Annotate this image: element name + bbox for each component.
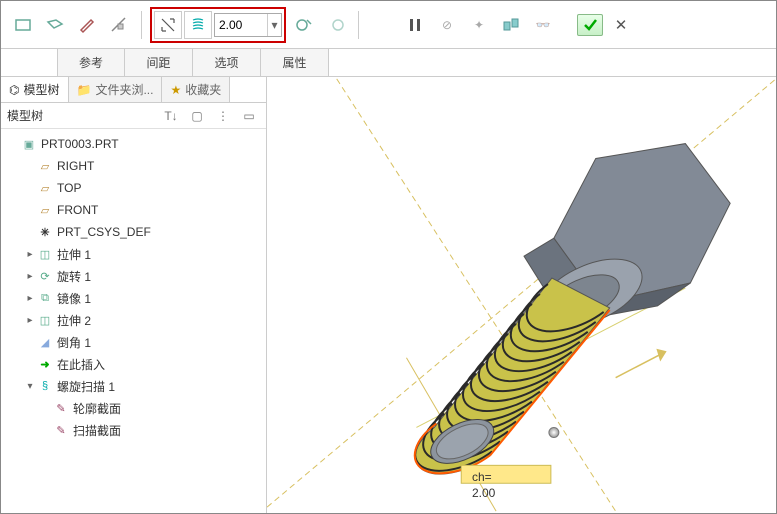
node-label: 轮廓截面 (73, 400, 121, 417)
insert-icon: ➜ (37, 356, 53, 372)
tree-node-rev1[interactable]: ▸⟳旋转 1 (1, 265, 266, 287)
extrude-icon: ◫ (37, 246, 53, 262)
star-icon: ★ (170, 83, 181, 97)
tab-options[interactable]: 选项 (193, 49, 261, 76)
datum-icon: ▱ (37, 180, 53, 196)
helix-icon: § (37, 378, 53, 394)
sketch-icon: ✎ (53, 422, 69, 438)
tab-pitch[interactable]: 间距 (125, 49, 193, 76)
tree-node-ext2[interactable]: ▸◫拉伸 2 (1, 309, 266, 331)
node-label: 螺旋扫描 1 (57, 378, 115, 395)
node-label: 拉伸 2 (57, 312, 91, 329)
tree-title: 模型树 (7, 107, 43, 124)
node-label: FRONT (57, 203, 98, 217)
part-icon: ▣ (21, 136, 37, 152)
tree-node-front[interactable]: ▱ FRONT (1, 199, 266, 221)
pitch-input[interactable] (215, 18, 267, 32)
edit-icon[interactable] (73, 11, 101, 39)
dim-label[interactable]: ch= 2.00 (472, 470, 495, 500)
tree-node-top[interactable]: ▱ TOP (1, 177, 266, 199)
glasses-icon[interactable]: 👓 (529, 11, 557, 39)
tree-node-insert[interactable]: ➜在此插入 (1, 353, 266, 375)
pitch-control-group: ▾ (150, 7, 286, 43)
tree-tool-2[interactable]: ▢ (186, 106, 208, 126)
bolt-shank (415, 278, 609, 474)
model-tree-panel: ⌬ 模型树 📁 文件夹浏... ★ 收藏夹 模型树 T↓ ▢ ⋮ ▭ ▣ PRT0… (1, 77, 267, 513)
side-tab-label: 收藏夹 (185, 81, 221, 98)
mirror-icon: ⧉ (37, 290, 53, 306)
side-tab-folder[interactable]: 📁 文件夹浏... (69, 77, 163, 102)
revolve-icon: ⟳ (37, 268, 53, 284)
node-label: 拉伸 1 (57, 246, 91, 263)
side-tab-fav[interactable]: ★ 收藏夹 (162, 77, 230, 102)
tree-node-sweep[interactable]: ✎扫描截面 (1, 419, 266, 441)
side-tab-label: 模型树 (23, 81, 59, 98)
ribbon-tab-strip: 参考 间距 选项 属性 (1, 49, 776, 77)
folder-icon: 📁 (77, 83, 92, 97)
tree-tool-3[interactable]: ⋮ (212, 106, 234, 126)
node-label: PRT_CSYS_DEF (57, 225, 151, 239)
tree-tool-4[interactable]: ▭ (238, 106, 260, 126)
flip2-icon[interactable] (322, 11, 350, 39)
star-tool-icon[interactable]: ✦ (465, 11, 493, 39)
node-label: TOP (57, 181, 81, 195)
tree-root[interactable]: ▣ PRT0003.PRT (1, 133, 266, 155)
tree-icon: ⌬ (9, 83, 19, 97)
tree-node-csys[interactable]: ✳ PRT_CSYS_DEF (1, 221, 266, 243)
side-tab-model-tree[interactable]: ⌬ 模型树 (1, 77, 69, 102)
open-surface-icon[interactable] (41, 11, 69, 39)
tab-properties[interactable]: 属性 (261, 49, 329, 76)
coil-icon[interactable] (184, 11, 212, 39)
tree-tool-1[interactable]: T↓ (160, 106, 182, 126)
pitch-direction-icon[interactable] (154, 11, 182, 39)
datum-icon: ▱ (37, 158, 53, 174)
node-label: 旋转 1 (57, 268, 91, 285)
tree-node-cham[interactable]: ◢倒角 1 (1, 331, 266, 353)
datum-icon: ▱ (37, 202, 53, 218)
extrude-icon: ◫ (37, 312, 53, 328)
sketch-icon: ✎ (53, 400, 69, 416)
section-icon[interactable] (105, 11, 133, 39)
node-label: 扫描截面 (73, 422, 121, 439)
pitch-dropdown-icon[interactable]: ▾ (267, 14, 281, 36)
model-tree[interactable]: ▣ PRT0003.PRT ▱ RIGHT ▱ TOP ▱ FRONT ✳ PRT_CSY… (1, 129, 266, 513)
tree-node-helix[interactable]: ▾§螺旋扫描 1 (1, 375, 266, 397)
boxes-icon[interactable] (497, 11, 525, 39)
node-label: 镜像 1 (57, 290, 91, 307)
3d-viewport[interactable]: ch= 2.00 (267, 77, 776, 513)
tree-node-mir1[interactable]: ▸⧉镜像 1 (1, 287, 266, 309)
ok-button[interactable] (577, 14, 603, 36)
side-tab-label: 文件夹浏... (95, 81, 153, 98)
node-label: 倒角 1 (57, 334, 91, 351)
node-label: 在此插入 (57, 356, 105, 373)
node-label: PRT0003.PRT (41, 137, 119, 151)
node-label: RIGHT (57, 159, 94, 173)
surface-icon[interactable] (9, 11, 37, 39)
pause-icon[interactable] (401, 11, 429, 39)
flip-icon[interactable] (290, 11, 318, 39)
cancel-button[interactable]: ✕ (607, 11, 635, 39)
tree-node-ext1[interactable]: ▸◫拉伸 1 (1, 243, 266, 265)
csys-icon: ✳ (37, 224, 53, 240)
tab-reference[interactable]: 参考 (57, 49, 125, 76)
tree-node-profile[interactable]: ✎轮廓截面 (1, 397, 266, 419)
disable-icon[interactable]: ⊘ (433, 11, 461, 39)
chamfer-icon: ◢ (37, 334, 53, 350)
pitch-value-field[interactable]: ▾ (214, 13, 282, 37)
tree-node-right[interactable]: ▱ RIGHT (1, 155, 266, 177)
